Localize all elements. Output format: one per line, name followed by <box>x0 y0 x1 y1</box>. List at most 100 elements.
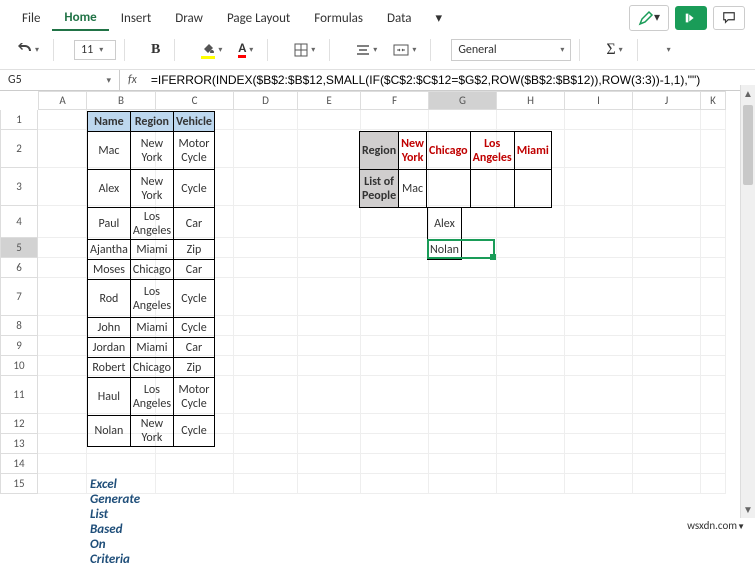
t1-cell[interactable]: Rod <box>88 280 131 318</box>
vertical-scrollbar[interactable]: ▲ ▼ <box>740 85 755 518</box>
result-cell[interactable]: Nolan <box>428 240 462 260</box>
t1-cell[interactable]: Moses <box>88 260 131 280</box>
fill-color-button[interactable]: ▾ <box>195 37 228 63</box>
align-button[interactable]: ▾ <box>350 40 383 60</box>
scroll-down-arrow[interactable]: ▼ <box>741 503 755 516</box>
t1-cell[interactable]: Cycle <box>174 280 215 318</box>
row-header-5[interactable]: 5 <box>0 238 38 258</box>
menu-data[interactable]: Data <box>375 5 424 30</box>
share-button[interactable] <box>675 6 707 30</box>
t1-cell[interactable]: Cycle <box>174 416 215 447</box>
t1-cell[interactable]: Los Angeles <box>130 280 173 318</box>
t1-cell[interactable]: Mac <box>88 132 131 170</box>
t2-cell[interactable]: Mac <box>399 170 427 208</box>
menu-home[interactable]: Home <box>52 4 108 31</box>
t2-region-value[interactable]: Miami <box>514 132 551 170</box>
undo-button[interactable]: ▾ <box>10 39 45 61</box>
menu-insert[interactable]: Insert <box>109 5 164 30</box>
t2-cell[interactable] <box>514 170 551 208</box>
t1-cell[interactable]: Haul <box>88 378 131 416</box>
t1-cell[interactable]: Paul <box>88 208 131 240</box>
row-header-4[interactable]: 4 <box>0 206 38 238</box>
autosum-button[interactable]: Σ▾ <box>600 37 628 63</box>
col-header-J[interactable]: J <box>633 91 701 110</box>
row-header-2[interactable]: 2 <box>0 130 38 168</box>
t1-cell[interactable]: Miami <box>130 338 173 358</box>
t1-cell[interactable]: Car <box>174 338 215 358</box>
col-header-H[interactable]: H <box>497 91 565 110</box>
t1-cell[interactable]: Nolan <box>88 416 131 447</box>
t1-cell[interactable]: Chicago <box>130 260 173 280</box>
col-header-B[interactable]: B <box>87 91 156 110</box>
col-header-D[interactable]: D <box>234 91 298 110</box>
number-format-selector[interactable]: General▾ <box>451 39 571 61</box>
fx-label[interactable]: fx <box>120 70 145 90</box>
row-header-12[interactable]: 12 <box>0 414 38 434</box>
font-color-button[interactable]: A▾ <box>232 38 259 62</box>
result-cell[interactable]: Alex <box>428 208 462 240</box>
row-header-15[interactable]: 15 <box>0 474 38 494</box>
spreadsheet-grid[interactable]: ABCDEFGHIJK 123456789101112131415 NameRe… <box>0 91 755 494</box>
name-box[interactable]: G5▾ <box>0 70 120 90</box>
t2-region-value[interactable]: Chicago <box>426 132 470 170</box>
toolbar-more[interactable]: ▾ <box>658 41 677 59</box>
merge-button[interactable]: ▾ <box>387 40 422 60</box>
row-header-11[interactable]: 11 <box>0 376 38 414</box>
font-size-selector[interactable]: 11▾ <box>74 40 116 60</box>
t1-cell[interactable]: Cycle <box>174 170 215 208</box>
row-header-9[interactable]: 9 <box>0 336 38 356</box>
menu-more[interactable]: ▾ <box>424 5 455 30</box>
row-header-6[interactable]: 6 <box>0 258 38 278</box>
row-header-1[interactable]: 1 <box>0 110 38 130</box>
t1-cell[interactable]: Zip <box>174 240 215 260</box>
t1-cell[interactable]: Jordan <box>88 338 131 358</box>
t1-cell[interactable]: Los Angeles <box>130 378 173 416</box>
col-header-C[interactable]: C <box>156 91 234 110</box>
t2-region-value[interactable]: New York <box>399 132 427 170</box>
col-header-G[interactable]: G <box>429 91 497 110</box>
col-header-F[interactable]: F <box>361 91 429 110</box>
comments-button[interactable] <box>713 6 745 30</box>
col-header-A[interactable]: A <box>38 91 87 110</box>
t1-cell[interactable]: Los Angeles <box>130 208 173 240</box>
row-header-8[interactable]: 8 <box>0 316 38 336</box>
t1-cell[interactable]: Miami <box>130 240 173 260</box>
t1-cell[interactable]: New York <box>130 170 173 208</box>
scroll-thumb[interactable] <box>743 105 753 185</box>
col-header-K[interactable]: K <box>701 91 726 110</box>
bold-button[interactable]: B <box>145 38 166 62</box>
col-header-I[interactable]: I <box>565 91 633 110</box>
t1-cell[interactable]: Car <box>174 208 215 240</box>
borders-button[interactable]: ▾ <box>288 39 321 61</box>
t1-cell[interactable]: Car <box>174 260 215 280</box>
t1-cell[interactable]: Ajantha <box>88 240 131 260</box>
formula-input[interactable] <box>145 70 755 90</box>
t1-cell[interactable]: New York <box>130 416 173 447</box>
t2-cell[interactable] <box>426 170 470 208</box>
col-header-E[interactable]: E <box>298 91 361 110</box>
t1-cell[interactable]: Robert <box>88 358 131 378</box>
menu-file[interactable]: File <box>10 5 52 30</box>
scroll-up-arrow[interactable]: ▲ <box>741 87 755 100</box>
t1-cell[interactable]: Miami <box>130 318 173 338</box>
t2-region-label[interactable]: Region <box>360 132 399 170</box>
t1-cell[interactable]: Chicago <box>130 358 173 378</box>
t2-region-value[interactable]: Los Angeles <box>470 132 514 170</box>
pen-button[interactable]: ▾ <box>629 5 669 31</box>
menu-draw[interactable]: Draw <box>163 5 215 30</box>
row-header-14[interactable]: 14 <box>0 454 38 474</box>
t1-cell[interactable]: Motor Cycle <box>174 132 215 170</box>
row-header-7[interactable]: 7 <box>0 278 38 316</box>
t1-cell[interactable]: Zip <box>174 358 215 378</box>
t1-cell[interactable]: Cycle <box>174 318 215 338</box>
row-header-13[interactable]: 13 <box>0 434 38 454</box>
row-header-3[interactable]: 3 <box>0 168 38 206</box>
t1-cell[interactable]: John <box>88 318 131 338</box>
menu-formulas[interactable]: Formulas <box>302 5 375 30</box>
row-header-10[interactable]: 10 <box>0 356 38 376</box>
t1-cell[interactable]: Alex <box>88 170 131 208</box>
t1-cell[interactable]: Motor Cycle <box>174 378 215 416</box>
menu-page-layout[interactable]: Page Layout <box>215 5 302 30</box>
t1-cell[interactable]: New York <box>130 132 173 170</box>
t2-cell[interactable] <box>470 170 514 208</box>
